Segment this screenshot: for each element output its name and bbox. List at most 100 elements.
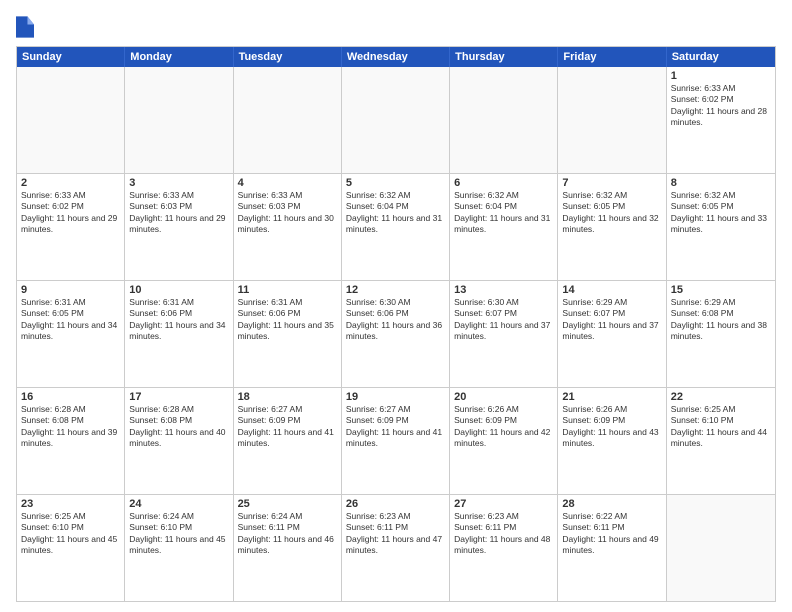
day-info: Sunrise: 6:24 AM Sunset: 6:11 PM Dayligh… (238, 511, 337, 557)
cal-cell (125, 67, 233, 173)
cal-cell: 26Sunrise: 6:23 AM Sunset: 6:11 PM Dayli… (342, 495, 450, 601)
day-info: Sunrise: 6:27 AM Sunset: 6:09 PM Dayligh… (238, 404, 337, 450)
cal-cell: 27Sunrise: 6:23 AM Sunset: 6:11 PM Dayli… (450, 495, 558, 601)
day-info: Sunrise: 6:31 AM Sunset: 6:06 PM Dayligh… (238, 297, 337, 343)
cal-cell (17, 67, 125, 173)
cal-cell: 11Sunrise: 6:31 AM Sunset: 6:06 PM Dayli… (234, 281, 342, 387)
cal-cell: 24Sunrise: 6:24 AM Sunset: 6:10 PM Dayli… (125, 495, 233, 601)
calendar-body: 1Sunrise: 6:33 AM Sunset: 6:02 PM Daylig… (17, 67, 775, 601)
day-header-tuesday: Tuesday (234, 47, 342, 67)
day-info: Sunrise: 6:23 AM Sunset: 6:11 PM Dayligh… (346, 511, 445, 557)
day-info: Sunrise: 6:23 AM Sunset: 6:11 PM Dayligh… (454, 511, 553, 557)
cal-cell: 14Sunrise: 6:29 AM Sunset: 6:07 PM Dayli… (558, 281, 666, 387)
cal-cell: 28Sunrise: 6:22 AM Sunset: 6:11 PM Dayli… (558, 495, 666, 601)
week-row-3: 16Sunrise: 6:28 AM Sunset: 6:08 PM Dayli… (17, 387, 775, 494)
cal-cell: 3Sunrise: 6:33 AM Sunset: 6:03 PM Daylig… (125, 174, 233, 280)
cal-cell: 6Sunrise: 6:32 AM Sunset: 6:04 PM Daylig… (450, 174, 558, 280)
page: SundayMondayTuesdayWednesdayThursdayFrid… (0, 0, 792, 612)
cal-cell: 20Sunrise: 6:26 AM Sunset: 6:09 PM Dayli… (450, 388, 558, 494)
day-info: Sunrise: 6:26 AM Sunset: 6:09 PM Dayligh… (454, 404, 553, 450)
calendar-header: SundayMondayTuesdayWednesdayThursdayFrid… (17, 47, 775, 67)
day-number: 10 (129, 284, 228, 296)
day-info: Sunrise: 6:32 AM Sunset: 6:05 PM Dayligh… (562, 190, 661, 236)
cal-cell: 13Sunrise: 6:30 AM Sunset: 6:07 PM Dayli… (450, 281, 558, 387)
day-number: 19 (346, 391, 445, 403)
day-info: Sunrise: 6:33 AM Sunset: 6:02 PM Dayligh… (671, 83, 771, 129)
day-number: 7 (562, 177, 661, 189)
cal-cell (450, 67, 558, 173)
cal-cell: 17Sunrise: 6:28 AM Sunset: 6:08 PM Dayli… (125, 388, 233, 494)
cal-cell (342, 67, 450, 173)
day-number: 9 (21, 284, 120, 296)
day-header-wednesday: Wednesday (342, 47, 450, 67)
cal-cell: 10Sunrise: 6:31 AM Sunset: 6:06 PM Dayli… (125, 281, 233, 387)
cal-cell (234, 67, 342, 173)
cal-cell: 1Sunrise: 6:33 AM Sunset: 6:02 PM Daylig… (667, 67, 775, 173)
day-info: Sunrise: 6:32 AM Sunset: 6:04 PM Dayligh… (346, 190, 445, 236)
cal-cell: 12Sunrise: 6:30 AM Sunset: 6:06 PM Dayli… (342, 281, 450, 387)
day-info: Sunrise: 6:22 AM Sunset: 6:11 PM Dayligh… (562, 511, 661, 557)
day-info: Sunrise: 6:32 AM Sunset: 6:05 PM Dayligh… (671, 190, 771, 236)
day-number: 15 (671, 284, 771, 296)
day-info: Sunrise: 6:26 AM Sunset: 6:09 PM Dayligh… (562, 404, 661, 450)
logo (16, 16, 36, 38)
day-number: 20 (454, 391, 553, 403)
day-number: 28 (562, 498, 661, 510)
day-info: Sunrise: 6:31 AM Sunset: 6:06 PM Dayligh… (129, 297, 228, 343)
cal-cell: 5Sunrise: 6:32 AM Sunset: 6:04 PM Daylig… (342, 174, 450, 280)
day-number: 11 (238, 284, 337, 296)
cal-cell: 2Sunrise: 6:33 AM Sunset: 6:02 PM Daylig… (17, 174, 125, 280)
logo-icon (16, 16, 34, 38)
week-row-2: 9Sunrise: 6:31 AM Sunset: 6:05 PM Daylig… (17, 280, 775, 387)
day-number: 14 (562, 284, 661, 296)
cal-cell: 8Sunrise: 6:32 AM Sunset: 6:05 PM Daylig… (667, 174, 775, 280)
cal-cell: 4Sunrise: 6:33 AM Sunset: 6:03 PM Daylig… (234, 174, 342, 280)
day-number: 25 (238, 498, 337, 510)
day-number: 2 (21, 177, 120, 189)
day-header-saturday: Saturday (667, 47, 775, 67)
cal-cell: 22Sunrise: 6:25 AM Sunset: 6:10 PM Dayli… (667, 388, 775, 494)
week-row-1: 2Sunrise: 6:33 AM Sunset: 6:02 PM Daylig… (17, 173, 775, 280)
day-info: Sunrise: 6:30 AM Sunset: 6:06 PM Dayligh… (346, 297, 445, 343)
week-row-0: 1Sunrise: 6:33 AM Sunset: 6:02 PM Daylig… (17, 67, 775, 173)
day-info: Sunrise: 6:30 AM Sunset: 6:07 PM Dayligh… (454, 297, 553, 343)
cal-cell: 21Sunrise: 6:26 AM Sunset: 6:09 PM Dayli… (558, 388, 666, 494)
day-info: Sunrise: 6:25 AM Sunset: 6:10 PM Dayligh… (671, 404, 771, 450)
day-info: Sunrise: 6:32 AM Sunset: 6:04 PM Dayligh… (454, 190, 553, 236)
cal-cell (558, 67, 666, 173)
cal-cell: 15Sunrise: 6:29 AM Sunset: 6:08 PM Dayli… (667, 281, 775, 387)
day-info: Sunrise: 6:27 AM Sunset: 6:09 PM Dayligh… (346, 404, 445, 450)
day-number: 24 (129, 498, 228, 510)
day-info: Sunrise: 6:33 AM Sunset: 6:03 PM Dayligh… (129, 190, 228, 236)
day-header-monday: Monday (125, 47, 233, 67)
day-header-friday: Friday (558, 47, 666, 67)
day-info: Sunrise: 6:29 AM Sunset: 6:08 PM Dayligh… (671, 297, 771, 343)
day-info: Sunrise: 6:24 AM Sunset: 6:10 PM Dayligh… (129, 511, 228, 557)
cal-cell: 7Sunrise: 6:32 AM Sunset: 6:05 PM Daylig… (558, 174, 666, 280)
day-info: Sunrise: 6:28 AM Sunset: 6:08 PM Dayligh… (21, 404, 120, 450)
day-number: 1 (671, 70, 771, 82)
day-number: 26 (346, 498, 445, 510)
day-number: 23 (21, 498, 120, 510)
day-info: Sunrise: 6:25 AM Sunset: 6:10 PM Dayligh… (21, 511, 120, 557)
cal-cell: 23Sunrise: 6:25 AM Sunset: 6:10 PM Dayli… (17, 495, 125, 601)
day-number: 5 (346, 177, 445, 189)
day-number: 21 (562, 391, 661, 403)
day-header-thursday: Thursday (450, 47, 558, 67)
cal-cell: 19Sunrise: 6:27 AM Sunset: 6:09 PM Dayli… (342, 388, 450, 494)
cal-cell (667, 495, 775, 601)
day-number: 13 (454, 284, 553, 296)
cal-cell: 25Sunrise: 6:24 AM Sunset: 6:11 PM Dayli… (234, 495, 342, 601)
calendar: SundayMondayTuesdayWednesdayThursdayFrid… (16, 46, 776, 602)
day-info: Sunrise: 6:33 AM Sunset: 6:02 PM Dayligh… (21, 190, 120, 236)
day-header-sunday: Sunday (17, 47, 125, 67)
day-number: 16 (21, 391, 120, 403)
day-number: 18 (238, 391, 337, 403)
day-info: Sunrise: 6:28 AM Sunset: 6:08 PM Dayligh… (129, 404, 228, 450)
cal-cell: 18Sunrise: 6:27 AM Sunset: 6:09 PM Dayli… (234, 388, 342, 494)
day-info: Sunrise: 6:31 AM Sunset: 6:05 PM Dayligh… (21, 297, 120, 343)
day-number: 8 (671, 177, 771, 189)
day-number: 3 (129, 177, 228, 189)
cal-cell: 9Sunrise: 6:31 AM Sunset: 6:05 PM Daylig… (17, 281, 125, 387)
day-number: 6 (454, 177, 553, 189)
